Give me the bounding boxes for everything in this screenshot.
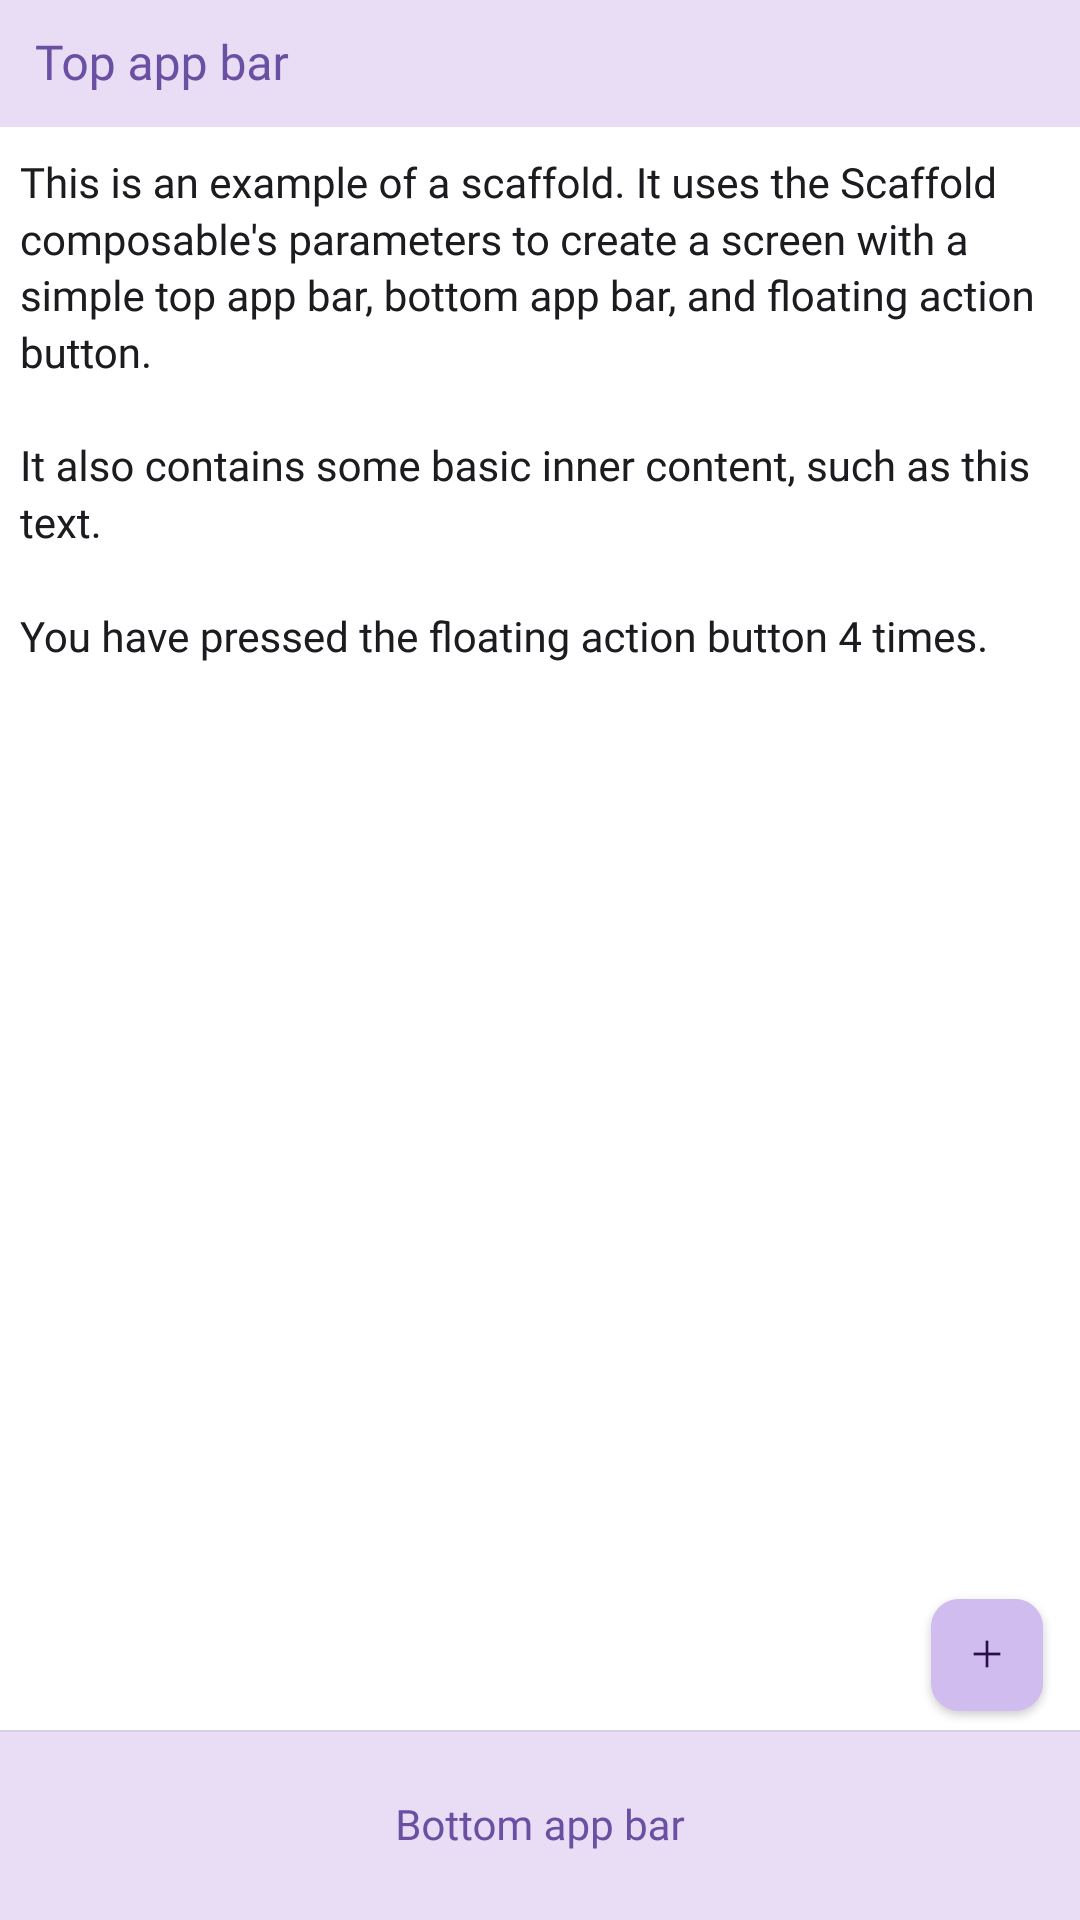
bottom-app-bar: Bottom app bar — [0, 1730, 1080, 1920]
main-content: This is an example of a scaffold. It use… — [0, 127, 1080, 697]
top-app-bar-title: Top app bar — [35, 35, 289, 92]
top-app-bar: Top app bar — [0, 0, 1080, 127]
bottom-app-bar-label: Bottom app bar — [395, 1802, 685, 1851]
body-text: This is an example of a scaffold. It use… — [20, 157, 1060, 667]
add-icon — [967, 1634, 1007, 1677]
floating-action-button[interactable] — [931, 1599, 1043, 1711]
